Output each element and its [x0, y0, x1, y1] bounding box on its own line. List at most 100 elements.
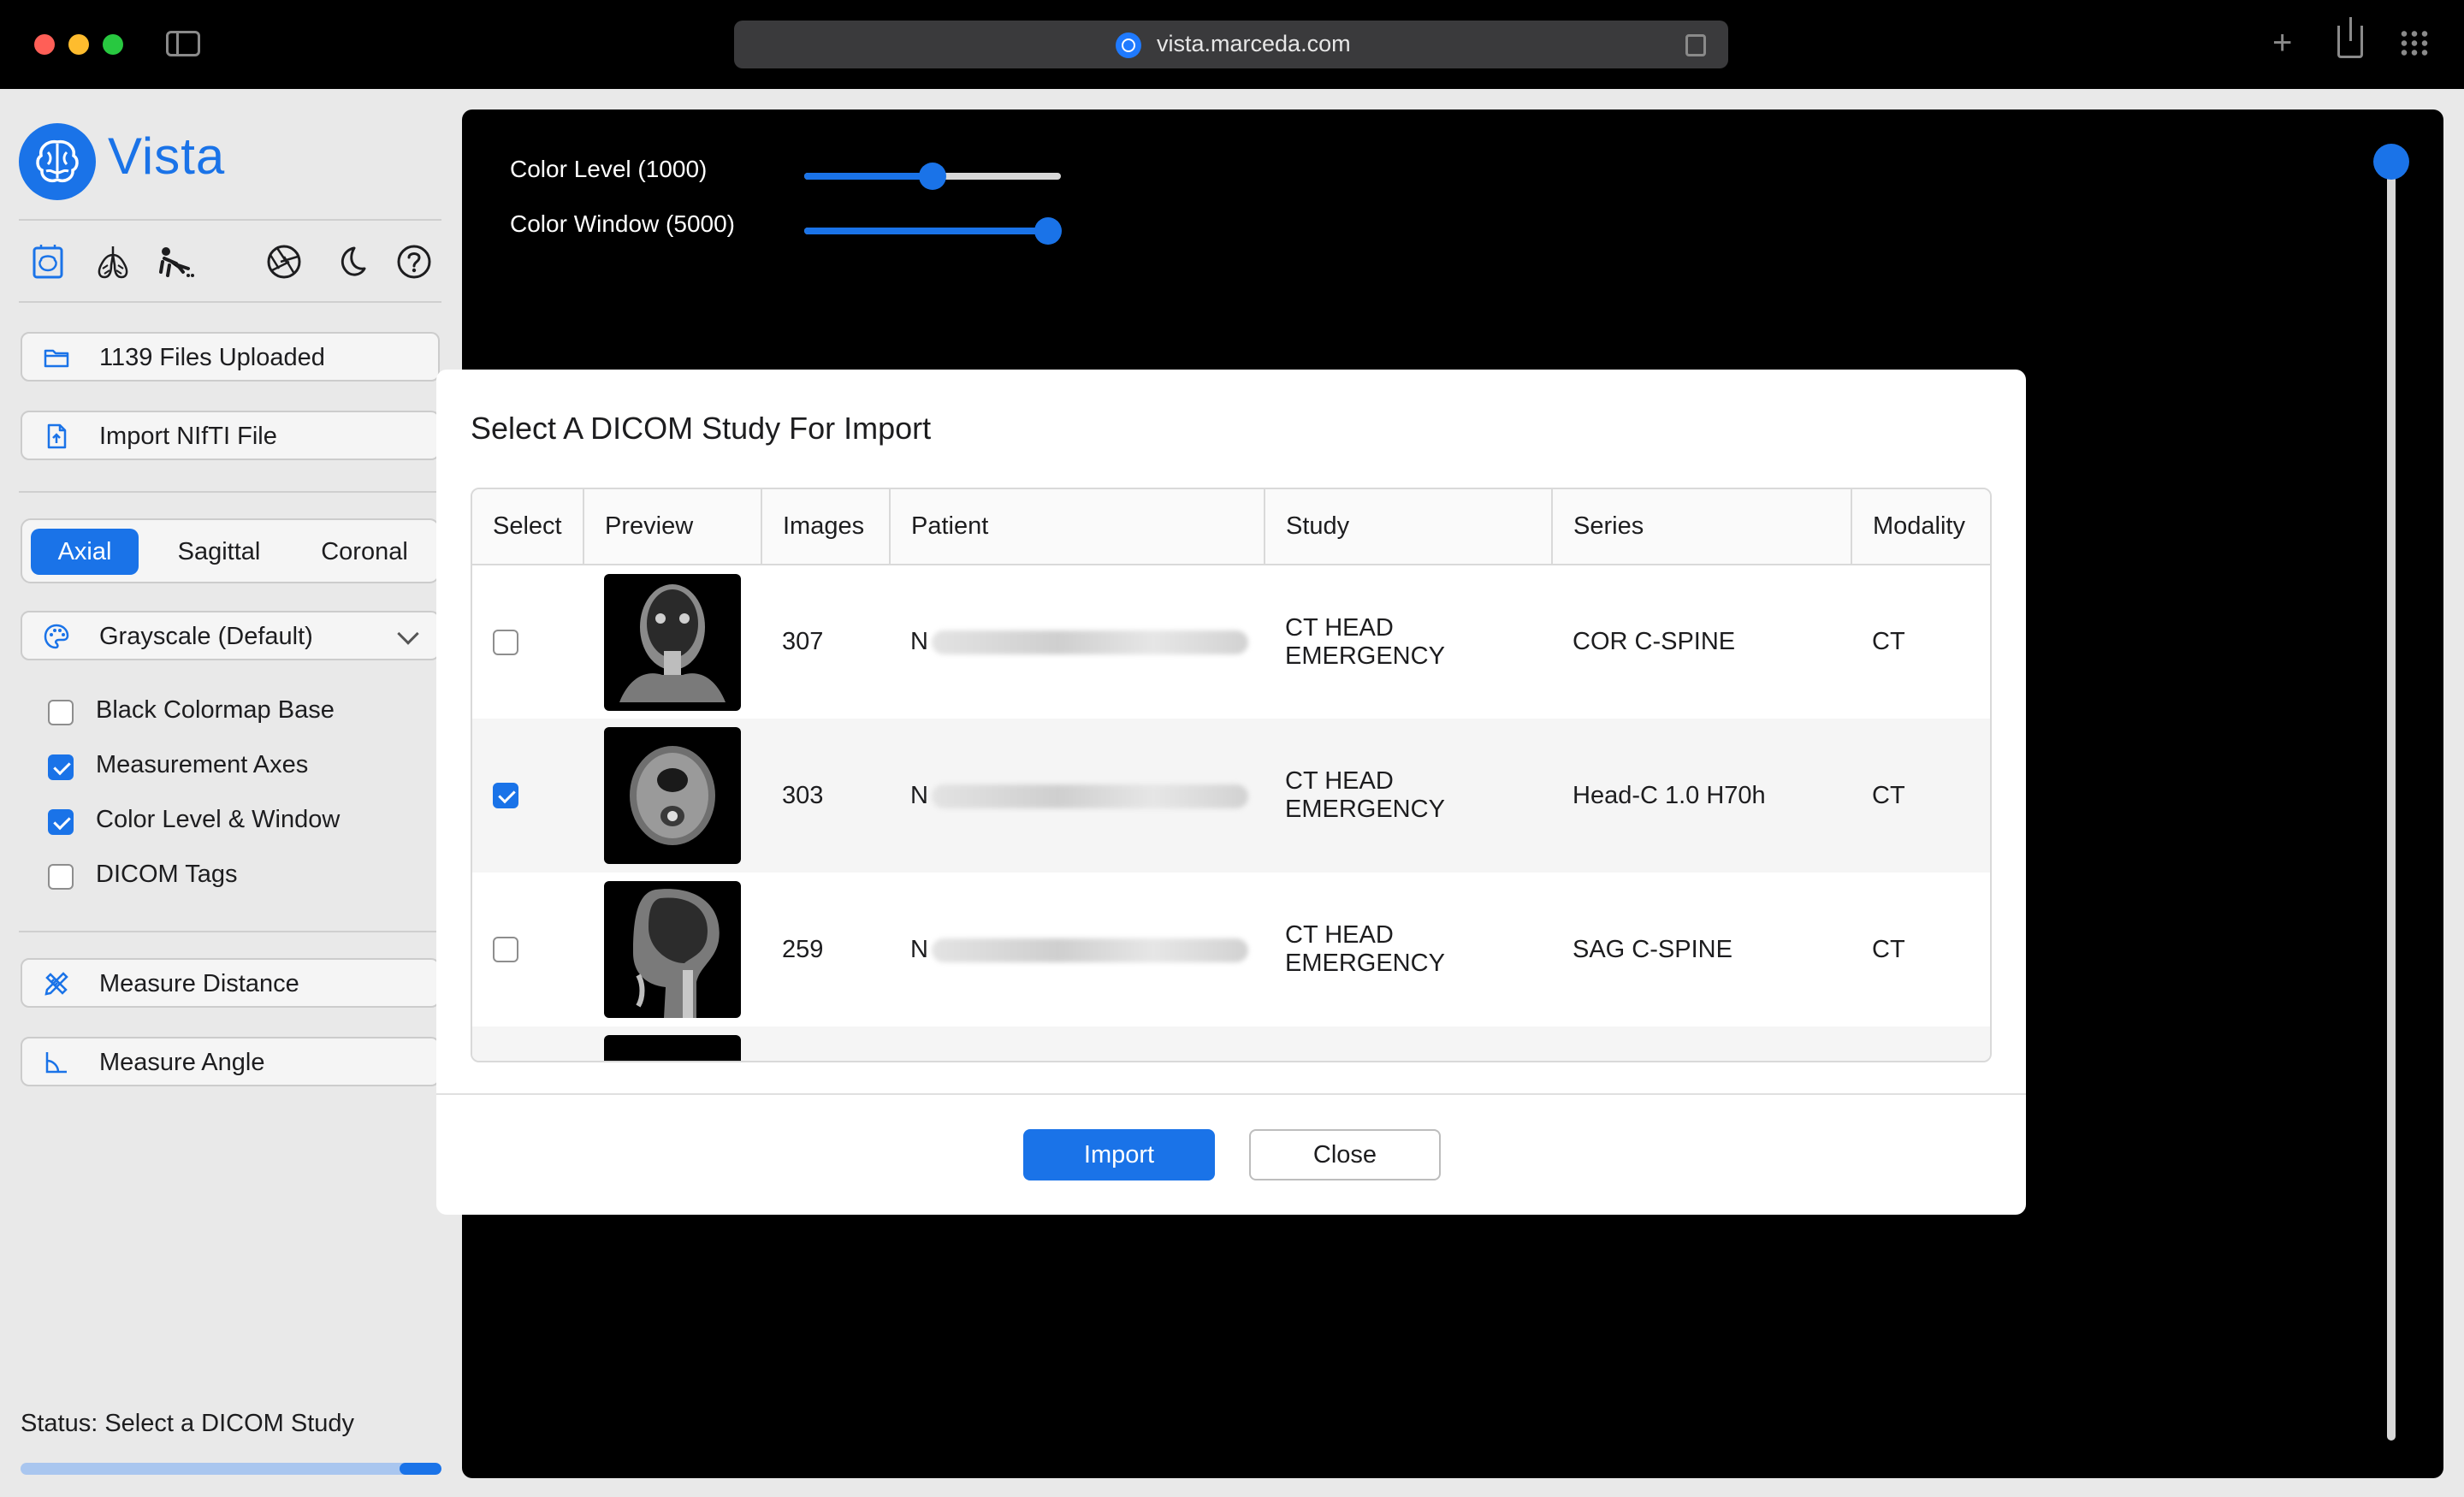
modality-cell: CT: [1851, 719, 1990, 873]
share-icon[interactable]: [2337, 17, 2363, 58]
table-row[interactable]: 307 N CT HEAD EMERGENCY COR C-SPINE CT: [472, 565, 1990, 719]
new-tab-icon[interactable]: +: [2272, 24, 2292, 62]
row-select-checkbox[interactable]: [493, 629, 518, 655]
measure-distance-button[interactable]: Measure Distance: [21, 958, 440, 1008]
close-button[interactable]: Close: [1249, 1129, 1441, 1180]
column-header-patient: Patient: [890, 489, 1265, 565]
measure-angle-button[interactable]: Measure Angle: [21, 1037, 440, 1086]
color-window-label: Color Window (5000): [510, 210, 735, 237]
row-select-checkbox[interactable]: [493, 783, 518, 808]
moon-icon[interactable]: [330, 243, 368, 281]
sidebar: Vista 1139 Files Uploaded Import NIfTI F…: [0, 89, 462, 1497]
patient-cell: N: [890, 565, 1265, 719]
coronal-ct-thumbnail: [604, 573, 741, 711]
patient-name: N: [910, 781, 928, 809]
column-header-modality: Modality: [1851, 489, 1990, 565]
column-header-series: Series: [1552, 489, 1852, 565]
black-colormap-checkbox[interactable]: [48, 700, 74, 725]
study-cell: CT HEAD EMERGENCY: [1285, 921, 1445, 977]
table-header-row: Select Preview Images Patient Study Seri…: [472, 489, 1990, 565]
file-upload-icon: [47, 423, 67, 449]
tab-coronal[interactable]: Coronal: [305, 529, 424, 575]
status-text: Status: Select a DICOM Study: [21, 1410, 355, 1437]
table-row[interactable]: 259 N CT HEAD EMERGENCY SAG C-SPINE CT: [472, 873, 1990, 1027]
site-favicon-icon: [1116, 33, 1141, 58]
files-uploaded-button[interactable]: 1139 Files Uploaded: [21, 332, 440, 382]
zoom-window-button[interactable]: [103, 34, 123, 55]
study-cell: CT HEAD EMERGENCY: [1265, 719, 1552, 873]
chevron-down-icon: [397, 623, 419, 645]
redacted-patient-id: [931, 938, 1248, 962]
patient-name: N: [910, 935, 928, 963]
ruler-pencil-icon: [44, 972, 68, 996]
table-row[interactable]: [472, 1027, 1990, 1061]
tab-overview-icon[interactable]: [2399, 29, 2430, 58]
slider-knob[interactable]: [919, 163, 946, 190]
measure-distance-label: Measure Distance: [99, 970, 299, 997]
close-window-button[interactable]: [34, 34, 55, 55]
column-header-select: Select: [472, 489, 584, 565]
images-count: 259: [782, 935, 824, 963]
colormap-selected-value: Grayscale (Default): [99, 623, 313, 650]
tab-axial[interactable]: Axial: [31, 529, 139, 575]
address-bar[interactable]: vista.marceda.com: [734, 21, 1728, 68]
progress-bar: [21, 1463, 441, 1475]
minimize-window-button[interactable]: [68, 34, 89, 55]
import-button[interactable]: Import: [1023, 1129, 1215, 1180]
study-table: Select Preview Images Patient Study Seri…: [471, 488, 1992, 1062]
slice-slider[interactable]: [2373, 144, 2409, 1441]
column-header-images: Images: [761, 489, 891, 565]
folder-icon: [44, 349, 69, 368]
view-plane-selector: Axial Sagittal Coronal: [21, 518, 440, 583]
help-icon[interactable]: [395, 243, 433, 281]
table-row[interactable]: 303 N CT HEAD EMERGENCY Head-C 1.0 H70h …: [472, 719, 1990, 873]
patient-cell: N: [890, 719, 1265, 873]
measurement-axes-checkbox[interactable]: [48, 754, 74, 780]
app-name: Vista: [108, 127, 226, 185]
tab-sagittal[interactable]: Sagittal: [159, 529, 279, 575]
reader-mode-icon[interactable]: [1685, 34, 1706, 56]
series-cell: SAG C-SPINE: [1573, 935, 1732, 963]
patient-cell: N: [890, 873, 1265, 1027]
color-level-window-checkbox[interactable]: [48, 809, 74, 835]
import-nifti-button[interactable]: Import NIfTI File: [21, 411, 440, 460]
lungs-icon[interactable]: [94, 243, 132, 281]
option-label: Color Level & Window: [96, 806, 341, 833]
column-header-preview: Preview: [583, 489, 762, 565]
url-text: vista.marceda.com: [1157, 31, 1351, 56]
divider: [19, 301, 441, 303]
palette-icon: [44, 624, 69, 649]
images-count: 307: [782, 628, 824, 655]
ct-thumbnail: [604, 1035, 741, 1061]
redacted-patient-id: [931, 630, 1248, 655]
option-label: Measurement Axes: [96, 751, 309, 778]
browser-window: vista.marceda.com + Vista 1139 Files Upl…: [0, 0, 2464, 1497]
divider: [19, 219, 441, 221]
series-cell: Head-C 1.0 H70h: [1552, 719, 1851, 873]
row-select-checkbox[interactable]: [493, 937, 518, 962]
measure-angle-label: Measure Angle: [99, 1049, 265, 1076]
browser-toolbar: vista.marceda.com +: [0, 0, 2464, 89]
slice-slider-knob[interactable]: [2373, 144, 2409, 180]
colormap-select[interactable]: Grayscale (Default): [21, 611, 440, 660]
color-window-slider[interactable]: [804, 217, 1062, 245]
divider: [19, 931, 441, 932]
study-cell: CT HEAD EMERGENCY: [1285, 613, 1445, 670]
divider: [19, 491, 441, 493]
dialog-footer-divider: [436, 1093, 2026, 1095]
modality-cell: CT: [1872, 628, 1905, 655]
brain-scan-icon[interactable]: [29, 243, 67, 281]
aperture-icon[interactable]: [265, 243, 303, 281]
slider-knob[interactable]: [1034, 217, 1062, 245]
dicom-tags-checkbox[interactable]: [48, 864, 74, 890]
import-nifti-label: Import NIfTI File: [99, 423, 277, 450]
patient-name: N: [910, 628, 928, 655]
sidebar-toggle-icon[interactable]: [166, 31, 200, 56]
brain-logo-icon: [19, 123, 96, 200]
color-level-slider[interactable]: [804, 163, 1061, 190]
color-level-label: Color Level (1000): [510, 156, 708, 182]
option-label: Black Colormap Base: [96, 696, 335, 724]
redacted-patient-id: [931, 784, 1248, 808]
angle-icon: [45, 1052, 67, 1074]
body-icon[interactable]: [157, 243, 195, 281]
